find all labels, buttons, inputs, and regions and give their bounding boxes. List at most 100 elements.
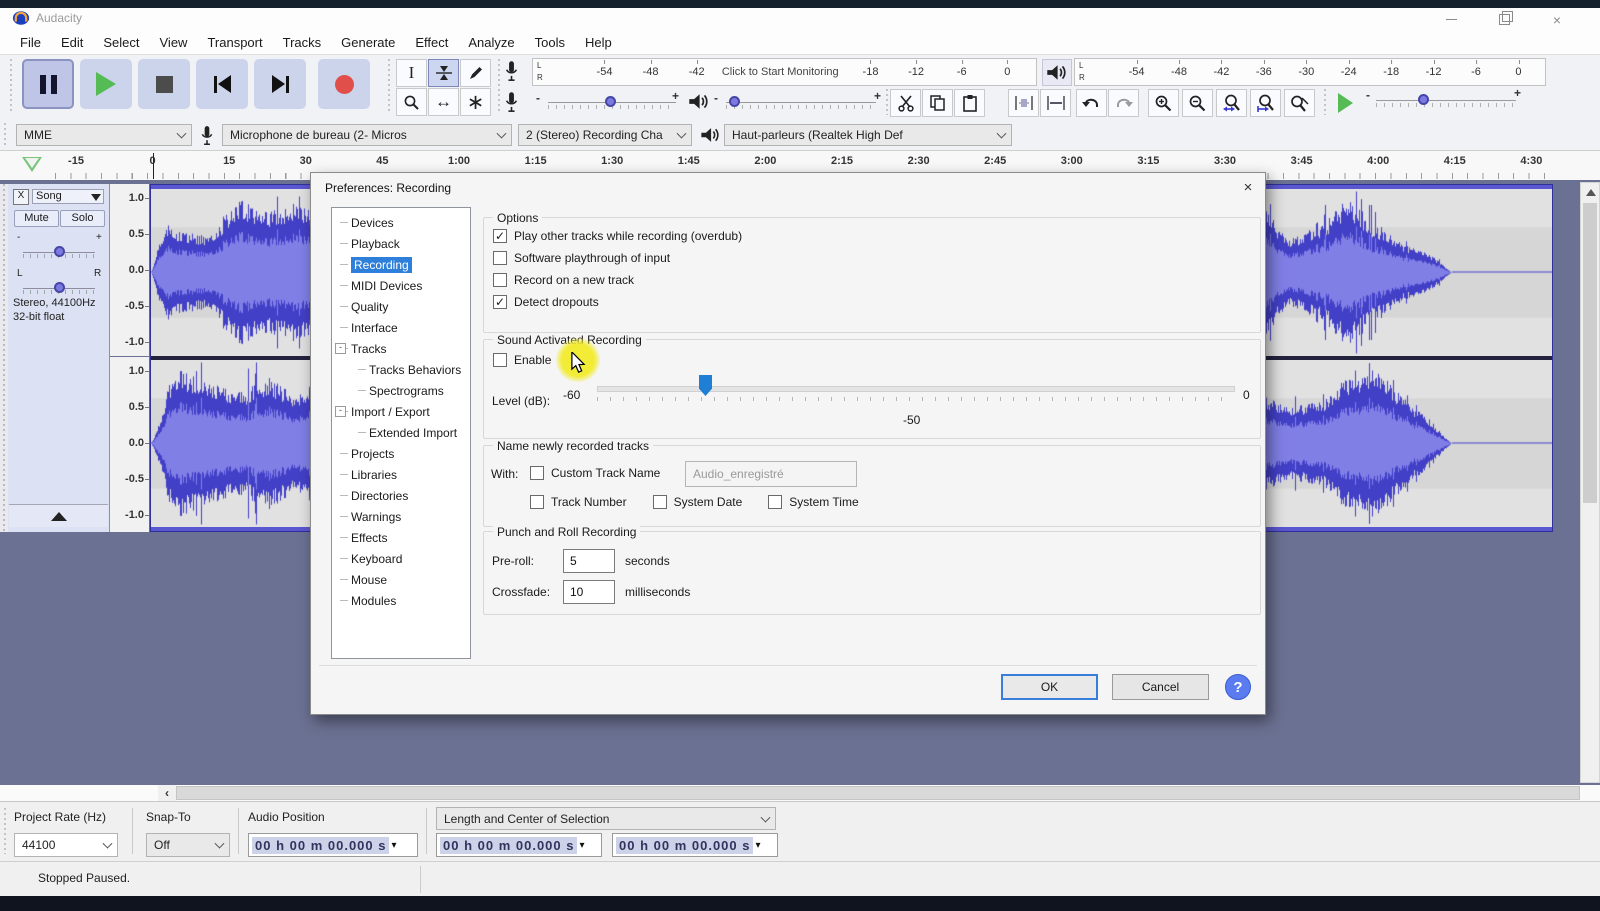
trim-audio-button[interactable]	[1008, 89, 1039, 117]
play-speed-thumb[interactable]	[1418, 94, 1429, 105]
stop-button[interactable]	[138, 59, 190, 109]
transport-grip[interactable]	[8, 59, 14, 114]
tree-item-import-export[interactable]: -Import / Export	[332, 401, 470, 422]
crossfade-input[interactable]: 10	[563, 580, 615, 604]
tree-item-warnings[interactable]: Warnings	[332, 506, 470, 527]
tree-item-directories[interactable]: Directories	[332, 485, 470, 506]
paste-button[interactable]	[954, 89, 985, 117]
checkbox-icon[interactable]: ✓	[493, 229, 507, 243]
play-speed-slider[interactable]	[1376, 91, 1516, 111]
checkbox-icon[interactable]	[493, 353, 507, 367]
tree-item-midi-devices[interactable]: MIDI Devices	[332, 275, 470, 296]
selection-end-field[interactable]: 00 h 00 m 00.000 s ▾	[612, 833, 778, 857]
track-name-dropdown[interactable]: Song	[32, 189, 104, 204]
tree-item-playback[interactable]: Playback	[332, 233, 470, 254]
device-grip[interactable]	[2, 123, 8, 147]
menu-item-help[interactable]: Help	[575, 35, 622, 50]
ok-button[interactable]: OK	[1001, 674, 1098, 700]
tree-expander-icon[interactable]: -	[335, 343, 346, 354]
zoom-fit-button[interactable]	[1250, 89, 1281, 117]
tree-item-quality[interactable]: Quality	[332, 296, 470, 317]
timefield-caret-icon[interactable]: ▾	[579, 840, 584, 851]
tree-item-libraries[interactable]: Libraries	[332, 464, 470, 485]
track-close-button[interactable]: X	[13, 189, 29, 205]
menu-item-file[interactable]: File	[10, 35, 51, 50]
playback-meter-speaker-button[interactable]	[1042, 59, 1072, 86]
vertical-scroll-thumb[interactable]	[1583, 203, 1597, 503]
tree-item-interface[interactable]: Interface	[332, 317, 470, 338]
checkbox-icon[interactable]	[530, 495, 544, 509]
zoom-tool-button[interactable]	[396, 88, 427, 116]
enable-checkbox[interactable]: Enable	[493, 353, 551, 367]
checkbox-system-date[interactable]: System Date	[653, 495, 743, 509]
scroll-up-icon[interactable]	[1586, 189, 1596, 196]
custom-track-name-checkbox[interactable]: Custom Track Name	[530, 466, 660, 480]
preroll-input[interactable]: 5	[563, 549, 615, 573]
gain-slider[interactable]	[15, 244, 103, 260]
tree-item-projects[interactable]: Projects	[332, 443, 470, 464]
copy-button[interactable]	[922, 89, 953, 117]
menu-item-tools[interactable]: Tools	[525, 35, 575, 50]
custom-track-name-input[interactable]: Audio_enregistré	[685, 461, 857, 487]
menu-item-analyze[interactable]: Analyze	[458, 35, 524, 50]
playspeed-grip[interactable]	[1322, 89, 1328, 115]
checkbox-icon[interactable]: ✓	[493, 295, 507, 309]
help-button[interactable]: ?	[1225, 674, 1251, 700]
checkbox-system-time[interactable]: System Time	[768, 495, 858, 509]
preferences-tree[interactable]: DevicesPlaybackRecordingMIDI DevicesQual…	[331, 207, 471, 659]
tree-item-spectrograms[interactable]: Spectrograms	[332, 380, 470, 401]
timeshift-tool-button[interactable]: ↔	[428, 88, 459, 116]
cancel-button[interactable]: Cancel	[1112, 674, 1209, 700]
pause-button[interactable]	[22, 59, 74, 109]
tree-item-mouse[interactable]: Mouse	[332, 569, 470, 590]
audio-position-field[interactable]: 00 h 00 m 00.000 s ▾	[248, 833, 418, 857]
timeline-pin-icon[interactable]	[22, 157, 42, 172]
tree-item-tracks-behaviors[interactable]: Tracks Behaviors	[332, 359, 470, 380]
minimize-button[interactable]	[1428, 8, 1474, 31]
tree-item-tracks[interactable]: -Tracks	[332, 338, 470, 359]
timefield-caret-icon[interactable]: ▾	[391, 840, 396, 851]
pan-thumb[interactable]	[54, 282, 65, 293]
playback-volume-slider[interactable]	[726, 93, 876, 113]
multi-tool-button[interactable]: ∗	[460, 88, 491, 116]
zoom-out-button[interactable]	[1182, 89, 1213, 117]
selbar-grip[interactable]	[2, 808, 8, 854]
recording-volume-thumb[interactable]	[605, 96, 616, 107]
dialog-close-button[interactable]: ×	[1235, 177, 1261, 199]
vertical-scrollbar[interactable]	[1580, 182, 1600, 783]
pan-slider[interactable]	[15, 280, 103, 296]
tree-item-extended-import[interactable]: Extended Import	[332, 422, 470, 443]
track-collapse-button[interactable]	[9, 504, 108, 527]
timefield-caret-icon[interactable]: ▾	[755, 840, 760, 851]
recording-device-dropdown[interactable]: Microphone de bureau (2- Micros	[222, 124, 512, 146]
selection-tool-button[interactable]: I	[396, 59, 427, 87]
checkbox-icon[interactable]	[493, 251, 507, 265]
undo-button[interactable]	[1076, 89, 1107, 117]
solo-button[interactable]: Solo	[60, 210, 105, 227]
level-slider-track[interactable]	[597, 386, 1235, 392]
playback-meter[interactable]: L R -54-48-42-36-30-24-18-12-60	[1074, 58, 1546, 86]
cut-button[interactable]	[890, 89, 921, 117]
playback-volume-thumb[interactable]	[729, 96, 740, 107]
tree-item-keyboard[interactable]: Keyboard	[332, 548, 470, 569]
horizontal-scrollbar[interactable]: ‹	[0, 785, 1600, 801]
silence-audio-button[interactable]	[1040, 89, 1071, 117]
snap-to-dropdown[interactable]: Off	[146, 833, 230, 857]
gain-thumb[interactable]	[54, 246, 65, 257]
checkbox-track-number[interactable]: Track Number	[530, 495, 627, 509]
menu-item-transport[interactable]: Transport	[197, 35, 272, 50]
menu-item-tracks[interactable]: Tracks	[273, 35, 332, 50]
zoom-selection-button[interactable]	[1216, 89, 1247, 117]
checkbox-record-on-a-new-track[interactable]: Record on a new track	[493, 273, 1233, 287]
zoom-toggle-button[interactable]	[1284, 89, 1315, 117]
horizontal-scroll-thumb[interactable]	[176, 786, 1580, 800]
record-meter-mic-button[interactable]	[504, 60, 528, 86]
checkbox-play-other-tracks-while-recording-overdub-[interactable]: ✓Play other tracks while recording (over…	[493, 229, 1233, 243]
skip-to-end-button[interactable]	[254, 59, 306, 109]
checkbox-icon[interactable]	[493, 273, 507, 287]
menu-item-view[interactable]: View	[150, 35, 198, 50]
meter-grip[interactable]	[496, 59, 502, 114]
playback-device-dropdown[interactable]: Haut-parleurs (Realtek High Def	[724, 124, 1012, 146]
restore-button[interactable]	[1481, 8, 1527, 31]
selection-mode-dropdown[interactable]: Length and Center of Selection	[436, 807, 776, 830]
